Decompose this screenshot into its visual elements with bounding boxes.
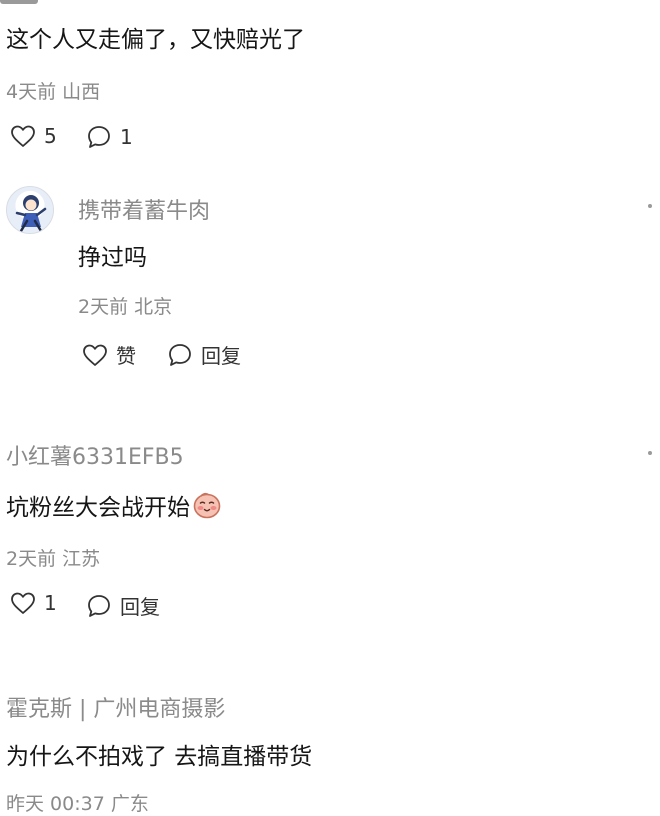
comment-text: 为什么不拍戏了 去搞直播带货	[6, 744, 313, 770]
heart-outline-icon	[11, 592, 35, 614]
speech-bubble-icon	[88, 126, 110, 148]
comment-reply-count-button[interactable]: 1	[86, 124, 133, 150]
blushing-face-emoji	[192, 490, 222, 526]
comment-location: 江苏	[62, 548, 101, 570]
comment-location: 广东	[110, 793, 149, 815]
speech-bubble-icon	[88, 594, 110, 617]
reply-like-button[interactable]: 赞	[82, 340, 136, 369]
comment-text-content: 坑粉丝大会战开始	[6, 495, 190, 521]
comment-time: 4天前	[6, 81, 57, 103]
reply-button[interactable]: 回复	[86, 591, 160, 620]
reply-reply-button[interactable]: 回复	[167, 340, 241, 369]
comment-meta: 昨天 00:37 广东	[6, 789, 149, 816]
reply-text: 挣过吗	[78, 245, 147, 271]
like-count: 1	[44, 591, 57, 615]
reply-label: 回复	[201, 344, 241, 368]
reply-count: 1	[120, 125, 133, 149]
cartoon-avatar-icon	[15, 195, 47, 233]
speech-bubble-icon	[169, 343, 191, 366]
reply-time: 2天前	[78, 296, 129, 318]
like-button[interactable]: 5	[10, 124, 57, 148]
like-count: 5	[44, 124, 57, 148]
comment-username[interactable]: 小红薯6331EFB5	[6, 439, 184, 471]
previous-item-remnant	[0, 0, 38, 4]
more-dots-icon[interactable]	[648, 204, 652, 208]
comment-username[interactable]: 霍克斯 | 广州电商摄影	[6, 691, 225, 723]
comment-text: 这个人又走偏了，又快赔光了	[6, 27, 305, 53]
comment-meta: 2天前 江苏	[6, 544, 100, 571]
comment-location: 山西	[62, 81, 101, 103]
comment-time: 2天前	[6, 548, 57, 570]
heart-outline-icon	[83, 344, 107, 366]
like-label: 赞	[116, 344, 136, 368]
comment-text: 坑粉丝大会战开始	[6, 488, 222, 526]
comment-meta: 4天前 山西	[6, 77, 100, 104]
comment-time: 昨天 00:37	[6, 793, 105, 815]
reply-meta: 2天前 北京	[78, 292, 172, 319]
more-dots-icon[interactable]	[648, 451, 652, 455]
like-button[interactable]: 1	[10, 591, 57, 615]
reply-label: 回复	[120, 595, 160, 619]
avatar[interactable]	[6, 186, 54, 234]
reply-username[interactable]: 携带着蓄牛肉	[78, 193, 210, 225]
heart-outline-icon	[11, 125, 35, 147]
reply-location: 北京	[134, 296, 173, 318]
